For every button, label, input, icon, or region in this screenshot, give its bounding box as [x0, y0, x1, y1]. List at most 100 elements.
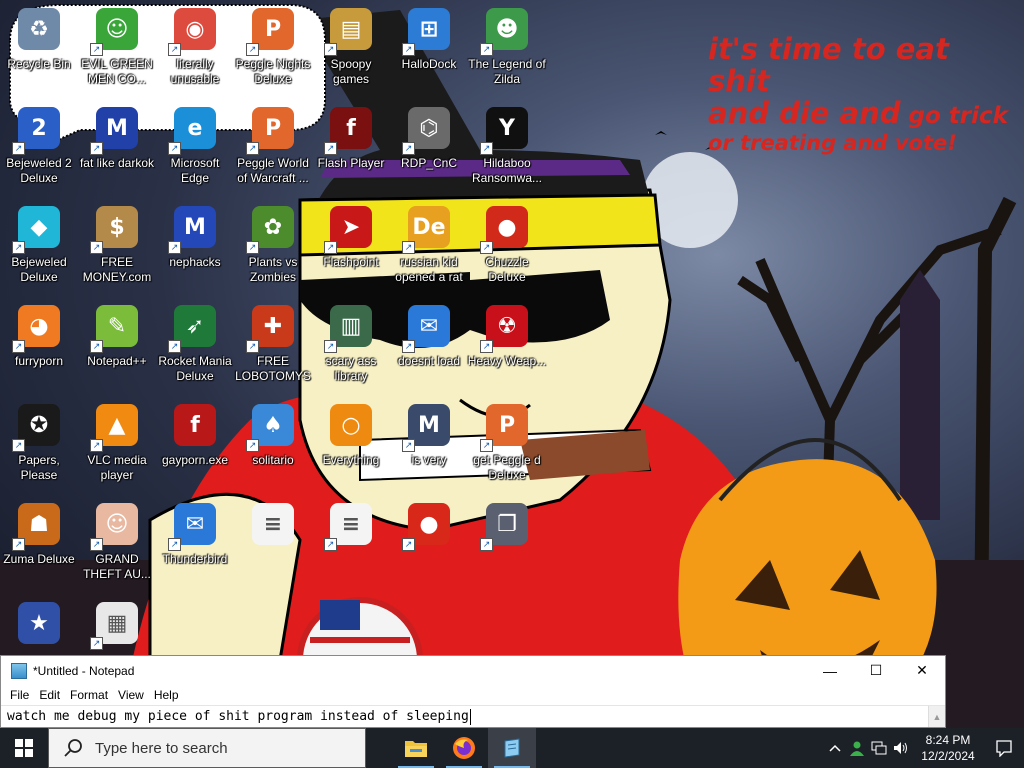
shortcut-arrow-icon: ↗ — [90, 241, 103, 254]
desktop-icon[interactable]: ☻ ↗ The Legend of Zilda — [467, 0, 547, 96]
desktop-icon[interactable]: M ↗ is very — [389, 396, 469, 492]
desktop-icon[interactable]: ✉ ↗ Thunderbird — [155, 495, 235, 591]
desktop-icon[interactable]: ⌬ ↗ RDP_CnC — [389, 99, 469, 195]
user-tray-icon[interactable] — [846, 728, 868, 768]
desktop-icon[interactable]: P ↗ Peggle Nights Deluxe — [233, 0, 313, 96]
desktop-icon[interactable]: ▲ ↗ VLC media player — [77, 396, 157, 492]
taskbar-notepad[interactable] — [488, 728, 536, 768]
flash-icon-wrapper: f ↗ — [324, 105, 374, 155]
desktop-icon[interactable]: ≡ ↗ — [311, 495, 391, 591]
desktop-icon[interactable]: ▤ ↗ Spoopy games — [311, 0, 391, 96]
desktop-icon[interactable]: P ↗ Peggle World of Warcraft ... — [233, 99, 313, 195]
desktop-icon-label: Zuma Deluxe — [3, 552, 75, 566]
search-input[interactable] — [95, 739, 345, 757]
network-icon[interactable] — [868, 728, 890, 768]
desktop-icon[interactable]: ✿ ↗ Plants vs Zombies — [233, 198, 313, 294]
desktop-icon-label: FREE MONEY.com — [82, 255, 152, 284]
desktop-icon[interactable]: Y ↗ Hildaboo Ransomwa... — [467, 99, 547, 195]
desktop-icon[interactable]: ✎ ↗ Notepad++ — [77, 297, 157, 393]
desktop-icon-label: solitario — [252, 453, 294, 467]
shortcut-arrow-icon: ↗ — [246, 439, 259, 452]
papers-please-icon-wrapper: ✪ ↗ — [12, 402, 62, 452]
desktop-icon[interactable]: ☢ ↗ Heavy Weap... — [467, 297, 547, 393]
desktop-icon[interactable]: ⊞ ↗ HalloDock — [389, 0, 469, 96]
taskbar-firefox[interactable] — [440, 728, 488, 768]
maximize-button[interactable]: ☐ — [853, 656, 899, 685]
shortcut-arrow-icon: ↗ — [480, 43, 493, 56]
desktop-icon[interactable]: ✚ ↗ FREE LOBOTOMYS — [233, 297, 313, 393]
desktop-icon[interactable]: ➶ ↗ Rocket Mania Deluxe — [155, 297, 235, 393]
desktop-icon[interactable]: ♠ ↗ solitario — [233, 396, 313, 492]
desktop-icon-label: Everything — [322, 453, 380, 467]
desktop-icon[interactable]: f ↗ Flash Player — [311, 99, 391, 195]
desktop-icon-label: RDP_CnC — [400, 156, 457, 170]
notepad-plus-icon-wrapper: ✎ ↗ — [90, 303, 140, 353]
menu-edit[interactable]: Edit — [34, 688, 65, 702]
shortcut-arrow-icon: ↗ — [402, 43, 415, 56]
shortcut-arrow-icon: ↗ — [12, 241, 25, 254]
rdp-icon-wrapper: ⌬ ↗ — [402, 105, 452, 155]
speech-bubble-text: it's time to eat shit and die and go tri… — [708, 33, 1008, 155]
desktop-icon[interactable]: De ↗ russian kid opened a rat — [389, 198, 469, 294]
desktop-icon[interactable]: ➤ ↗ Flashpoint — [311, 198, 391, 294]
desktop-icon[interactable]: ❐ ↗ — [467, 495, 547, 591]
notepad-icon — [504, 738, 520, 758]
start-button[interactable] — [0, 728, 48, 768]
close-button[interactable]: ✕ — [899, 656, 945, 685]
desktop-icon-label: Flash Player — [317, 156, 385, 170]
pvz-icon-wrapper: ✿ ↗ — [246, 204, 296, 254]
taskbar-clock[interactable]: 8:24 PM 12/2/2024 — [912, 732, 984, 764]
desktop-icon[interactable]: ▥ ↗ scary ass library — [311, 297, 391, 393]
angry-birds-icon-wrapper: ● ↗ — [402, 501, 452, 551]
notepad-titlebar[interactable]: *Untitled - Notepad — ☐ ✕ — [1, 656, 945, 685]
desktop-icon[interactable]: ◕ ↗ furryporn — [0, 297, 79, 393]
desktop-icon[interactable]: ◆ ↗ Bejeweled Deluxe — [0, 198, 79, 294]
desktop-icon[interactable]: ☺ ↗ EVIL GREEN MEN CO... — [77, 0, 157, 96]
desktop-icon-label: Recycle Bin — [7, 57, 71, 71]
menu-format[interactable]: Format — [65, 688, 113, 702]
volume-icon[interactable] — [890, 728, 912, 768]
desktop-icon[interactable]: ● ↗ Chuzzle Deluxe — [467, 198, 547, 294]
desktop-icon[interactable]: ● ↗ — [389, 495, 469, 591]
desktop-icon[interactable]: M ↗ fat like darkok — [77, 99, 157, 195]
show-hidden-icons-chevron-icon[interactable] — [824, 728, 846, 768]
taskbar: 8:24 PM 12/2/2024 — [0, 728, 1024, 768]
notepad-title: *Untitled - Notepad — [33, 663, 135, 678]
desktop-icon[interactable]: ○ Everything — [311, 396, 391, 492]
desktop-icon[interactable]: M ↗ nephacks — [155, 198, 235, 294]
shortcut-arrow-icon: ↗ — [480, 340, 493, 353]
menu-help[interactable]: Help — [149, 688, 184, 702]
desktop-icon[interactable]: e ↗ Microsoft Edge — [155, 99, 235, 195]
desktop-icon[interactable]: ☺ ↗ GRAND THEFT AU... — [77, 495, 157, 591]
action-center-button[interactable] — [984, 728, 1024, 768]
firefox-icon — [453, 737, 475, 759]
desktop-icon[interactable]: ✪ ↗ Papers, Please — [0, 396, 79, 492]
desktop-icon[interactable]: P ↗ get Peggle d Deluxe — [467, 396, 547, 492]
vote-badge-icon: ★ — [18, 602, 60, 644]
notepad-text-area[interactable]: watch me debug my piece of shit program … — [1, 705, 945, 727]
notepad-window[interactable]: *Untitled - Notepad — ☐ ✕ File Edit Form… — [0, 655, 946, 728]
menu-file[interactable]: File — [5, 688, 34, 702]
pixel-cat-icon-wrapper: ▦ ↗ — [90, 600, 140, 650]
taskbar-search[interactable] — [48, 728, 366, 768]
desktop-icon[interactable]: ☗ ↗ Zuma Deluxe — [0, 495, 79, 591]
desktop-icon[interactable]: ✉ ↗ doesnt load — [389, 297, 469, 393]
scrollbar-up-arrow[interactable]: ▲ — [928, 706, 945, 727]
desktop-icon[interactable]: ♻ Recycle Bin — [0, 0, 79, 96]
shortcut-arrow-icon: ↗ — [90, 637, 103, 650]
notepad-app-icon — [11, 662, 27, 679]
notepad-menubar: File Edit Format View Help — [1, 685, 945, 705]
desktop-icon[interactable]: 2 ↗ Bejeweled 2 Deluxe — [0, 99, 79, 195]
chrome-icon-wrapper: ◉ ↗ — [168, 6, 218, 56]
desktop-icon-label: Bejeweled 2 Deluxe — [6, 156, 72, 185]
desktop-icon-label: Spoopy games — [330, 57, 372, 86]
minimize-button[interactable]: — — [807, 656, 853, 685]
shortcut-arrow-icon: ↗ — [246, 340, 259, 353]
desktop-icon-label: Notepad++ — [87, 354, 147, 368]
desktop-icon[interactable]: $ ↗ FREE MONEY.com — [77, 198, 157, 294]
desktop-icon[interactable]: ≡ — [233, 495, 313, 591]
menu-view[interactable]: View — [113, 688, 149, 702]
desktop-icon[interactable]: f gayporn.exe — [155, 396, 235, 492]
taskbar-file-explorer[interactable] — [392, 728, 440, 768]
desktop-icon[interactable]: ◉ ↗ literally unusable — [155, 0, 235, 96]
